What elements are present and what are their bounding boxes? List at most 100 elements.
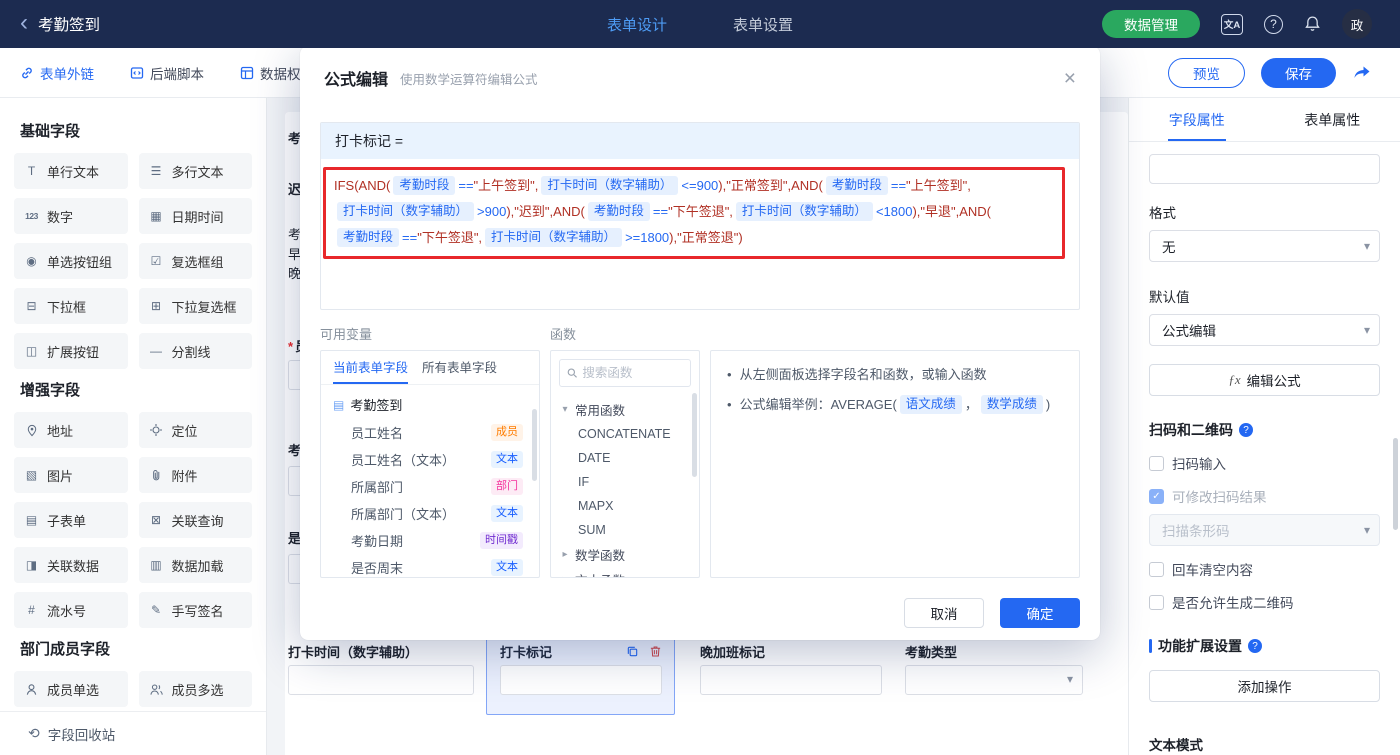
confirm-button[interactable]: 确定: [1000, 598, 1080, 628]
data-manage-button[interactable]: 数据管理: [1102, 10, 1200, 38]
function-search[interactable]: [559, 359, 691, 387]
function-group[interactable]: ▾ 常用函数: [551, 397, 699, 422]
function-item[interactable]: IF: [551, 470, 699, 494]
checkbox-icon[interactable]: [1149, 455, 1164, 471]
canvas-field[interactable]: 晚加班标记: [700, 641, 882, 695]
field-token[interactable]: 打卡时间（数字辅助）: [541, 176, 679, 195]
function-group[interactable]: ▸ 数学函数: [551, 542, 699, 567]
toolbar-item[interactable]: 后端脚本: [130, 63, 204, 83]
checkbox-checked-icon[interactable]: ✓: [1149, 488, 1164, 504]
variable-item[interactable]: 所属部门（文本） 文本: [321, 500, 539, 527]
field-token[interactable]: 打卡时间（数字辅助）: [337, 202, 475, 221]
field-type-button[interactable]: ⊞ 下拉复选框: [138, 288, 252, 324]
copy-field-icon[interactable]: [626, 645, 639, 658]
field-type-button[interactable]: 成员单选: [14, 671, 128, 707]
form-tree-root[interactable]: ▤ 考勤签到: [321, 385, 539, 419]
checkbox-icon[interactable]: [1149, 561, 1164, 577]
function-item[interactable]: SUM: [551, 518, 699, 542]
field-type-button[interactable]: ◨ 关联数据: [14, 547, 128, 583]
edit-formula-button[interactable]: ƒx 编辑公式: [1149, 364, 1380, 396]
canvas-field-input[interactable]: [700, 665, 882, 695]
cancel-button[interactable]: 取消: [904, 598, 984, 628]
variable-item[interactable]: 员工姓名（文本） 文本: [321, 446, 539, 473]
save-button[interactable]: 保存: [1261, 57, 1336, 88]
scrollbar[interactable]: [692, 393, 697, 477]
checkbox-row[interactable]: 是否允许生成二维码: [1149, 592, 1380, 612]
variable-tab[interactable]: 当前表单字段: [333, 351, 409, 384]
function-item[interactable]: CONCATENATE: [551, 422, 699, 446]
canvas-field-select[interactable]: ▾: [905, 665, 1083, 695]
topbar-tabs: 表单设计 表单设置: [607, 14, 793, 35]
field-type-button[interactable]: ✎ 手写签名: [138, 592, 252, 628]
topbar-tab[interactable]: 表单设置: [733, 14, 793, 35]
avatar[interactable]: 政: [1342, 9, 1372, 39]
field-type-button[interactable]: 成员多选: [138, 671, 252, 707]
field-recycle-bin[interactable]: ⟲ 字段回收站: [0, 711, 266, 755]
checkbox-row[interactable]: 回车清空内容: [1149, 559, 1380, 579]
field-type-button[interactable]: ⊟ 下拉框: [14, 288, 128, 324]
field-type-button[interactable]: ☰ 多行文本: [138, 153, 252, 189]
function-group[interactable]: ▸ 文本函数: [551, 567, 699, 577]
variable-item[interactable]: 所属部门 部门: [321, 473, 539, 500]
preview-button[interactable]: 预览: [1168, 57, 1245, 88]
default-value-select[interactable]: 公式编辑 ▾: [1149, 314, 1380, 346]
notification-bell-icon[interactable]: [1304, 15, 1321, 33]
checkbox-row[interactable]: 扫码输入: [1149, 453, 1380, 473]
back-icon[interactable]: ‹: [20, 10, 28, 35]
field-token[interactable]: 考勤时段: [825, 176, 888, 195]
question-circle-icon[interactable]: ?: [1239, 423, 1253, 437]
scrollbar[interactable]: [1393, 438, 1398, 530]
field-type-button[interactable]: T 单行文本: [14, 153, 128, 189]
canvas-field[interactable]: 打卡标记: [486, 627, 675, 715]
property-tab[interactable]: 表单属性: [1265, 98, 1400, 141]
canvas-field-input[interactable]: [500, 665, 662, 695]
topbar-tab[interactable]: 表单设计: [607, 14, 667, 35]
field-title-input[interactable]: [1149, 154, 1380, 184]
field-type-button[interactable]: ▤ 子表单: [14, 502, 128, 538]
field-type-button[interactable]: 定位: [138, 412, 252, 448]
search-input[interactable]: [582, 366, 683, 380]
field-type-button[interactable]: ☑ 复选框组: [138, 243, 252, 279]
field-token[interactable]: 考勤时段: [393, 176, 456, 195]
variable-tab[interactable]: 所有表单字段: [422, 351, 497, 384]
field-token[interactable]: 考勤时段: [337, 228, 400, 247]
question-circle-icon[interactable]: ?: [1248, 639, 1262, 653]
field-type-button[interactable]: ▥ 数据加载: [138, 547, 252, 583]
add-action-button[interactable]: 添加操作: [1149, 670, 1380, 702]
function-item[interactable]: MAPX: [551, 494, 699, 518]
format-select[interactable]: 无 ▾: [1149, 230, 1380, 262]
checkbox-row[interactable]: ✓ 可修改扫码结果: [1149, 486, 1380, 506]
field-type-button[interactable]: ◫ 扩展按钮: [14, 333, 128, 369]
formula-editor-area[interactable]: IFS(AND(考勤时段 =="上午签到", 打卡时间（数字辅助） <=900),"正…: [321, 159, 1079, 309]
function-item[interactable]: DATE: [551, 446, 699, 470]
field-token[interactable]: 打卡时间（数字辅助）: [485, 228, 623, 247]
canvas-field[interactable]: 打卡时间（数字辅助）: [288, 641, 474, 695]
checkbox-icon[interactable]: [1149, 594, 1164, 610]
canvas-field[interactable]: 考勤类型 ▾: [905, 641, 1083, 695]
share-icon[interactable]: [1352, 64, 1372, 82]
variable-item[interactable]: 是否周末 文本: [321, 554, 539, 577]
field-token[interactable]: 打卡时间（数字辅助）: [735, 202, 873, 221]
field-token[interactable]: 数学成绩: [980, 395, 1043, 414]
variable-item[interactable]: 考勤日期 时间戳: [321, 527, 539, 554]
field-type-button[interactable]: 附件: [138, 457, 252, 493]
field-type-button[interactable]: ⊠ 关联查询: [138, 502, 252, 538]
delete-field-icon[interactable]: [649, 645, 662, 658]
toolbar-item[interactable]: 表单外链: [20, 63, 94, 83]
field-type-button[interactable]: 地址: [14, 412, 128, 448]
close-icon[interactable]: ×: [1064, 68, 1076, 89]
field-type-button[interactable]: — 分割线: [138, 333, 252, 369]
canvas-field-input[interactable]: [288, 665, 474, 695]
help-icon[interactable]: ?: [1264, 14, 1283, 34]
scrollbar[interactable]: [532, 409, 537, 481]
property-tab[interactable]: 字段属性: [1129, 98, 1265, 141]
field-type-button[interactable]: 123 数字: [14, 198, 128, 234]
field-type-button[interactable]: # 流水号: [14, 592, 128, 628]
variable-item[interactable]: 员工姓名 成员: [321, 419, 539, 446]
field-type-button[interactable]: ▧ 图片: [14, 457, 128, 493]
field-token[interactable]: 语文成绩: [899, 395, 962, 414]
field-type-button[interactable]: ◉ 单选按钮组: [14, 243, 128, 279]
translate-icon[interactable]: 文A: [1221, 13, 1243, 35]
field-type-button[interactable]: ▦ 日期时间: [138, 198, 252, 234]
field-token[interactable]: 考勤时段: [587, 202, 650, 221]
